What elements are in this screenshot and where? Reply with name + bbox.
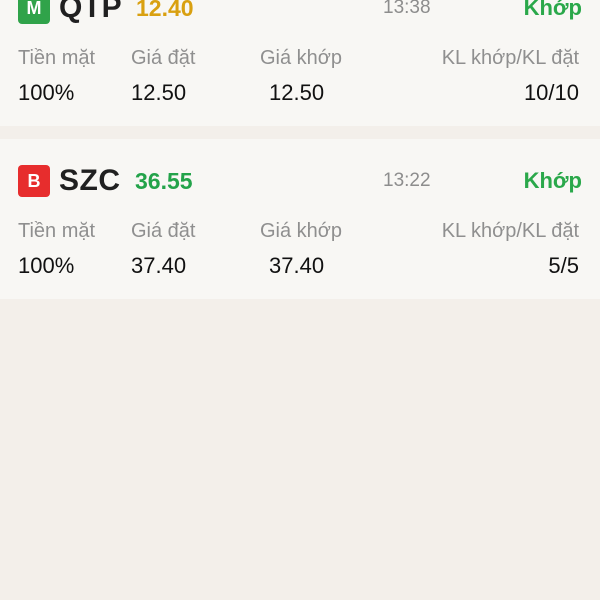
cash-label: Tiền mặt <box>18 47 96 69</box>
matched-price-label: Giá khớp <box>260 47 343 69</box>
empty-list-area <box>0 299 600 600</box>
matched-volume-label: KL khớp/KL đặt <box>441 47 579 69</box>
matched-price-label: Giá khớp <box>260 220 343 242</box>
stock-price: 12.40 <box>136 0 194 21</box>
order-price-value: 12.50 <box>131 80 187 105</box>
cash-value: 100% <box>18 80 75 105</box>
order-status: Khớp <box>523 168 582 193</box>
order-price-label: Giá đặt <box>131 47 196 69</box>
order-status: Khớp <box>523 0 582 20</box>
stock-price: 36.55 <box>135 168 193 194</box>
matched-volume-value: 5/5 <box>548 253 579 278</box>
cash-value: 100% <box>18 253 75 278</box>
order-side-badge: B <box>18 165 50 197</box>
matched-price-value: 12.50 <box>269 80 325 105</box>
stock-symbol: SZC <box>59 164 121 197</box>
matched-volume-label: KL khớp/KL đặt <box>441 220 579 242</box>
matched-price-value: 37.40 <box>269 253 325 278</box>
order-side-badge: M <box>18 0 50 24</box>
stock-symbol: QTP <box>59 0 123 24</box>
order-header: B SZC 36.55 13:22 Khớp <box>18 153 582 209</box>
order-header: M QTP 12.40 13:38 Khớp <box>18 0 582 36</box>
matched-volume-value: 10/10 <box>523 80 579 105</box>
cash-label: Tiền mặt <box>18 220 96 242</box>
order-card-qtp[interactable]: M QTP 12.40 13:38 Khớp Tiền mặt Giá đặt … <box>0 0 600 126</box>
order-price-value: 37.40 <box>131 253 187 278</box>
order-time: 13:22 <box>383 170 431 191</box>
order-price-label: Giá đặt <box>131 220 196 242</box>
order-card-szc[interactable]: B SZC 36.55 13:22 Khớp Tiền mặt Giá đặt … <box>0 139 600 299</box>
order-time: 13:38 <box>383 0 431 18</box>
